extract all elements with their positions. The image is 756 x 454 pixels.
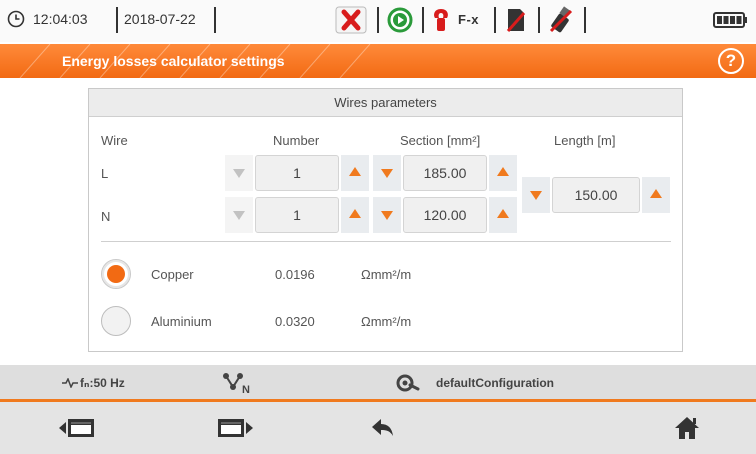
help-button[interactable]: ? bbox=[718, 48, 744, 74]
column-header-length: Length [m] bbox=[554, 133, 616, 148]
number-decrement-l[interactable] bbox=[225, 155, 253, 191]
previous-screen-icon bbox=[59, 419, 94, 437]
home-button[interactable] bbox=[667, 410, 707, 446]
status-separator bbox=[538, 7, 540, 33]
material-resistivity-copper: 0.0196 bbox=[275, 267, 315, 282]
page-title: Energy losses calculator settings bbox=[62, 53, 285, 69]
chevron-up-icon bbox=[497, 167, 509, 176]
sd-card-icon bbox=[506, 9, 526, 32]
chevron-down-icon bbox=[530, 191, 542, 200]
chevron-up-icon bbox=[497, 209, 509, 218]
chevron-down-icon bbox=[233, 211, 245, 220]
status-bar: 12:04:03 2018-07-22 F-x bbox=[0, 0, 756, 42]
length-stepper: 150.00 bbox=[522, 177, 670, 213]
chevron-up-icon bbox=[349, 167, 361, 176]
number-value-l[interactable]: 1 bbox=[255, 155, 339, 191]
home-icon bbox=[675, 417, 699, 439]
status-separator bbox=[377, 7, 379, 33]
chevron-down-icon bbox=[381, 211, 393, 220]
configuration-label: defaultConfiguration bbox=[436, 376, 554, 390]
length-increment[interactable] bbox=[642, 177, 670, 213]
section-value-n[interactable]: 120.00 bbox=[403, 197, 487, 233]
battery-icon bbox=[713, 12, 747, 28]
chevron-up-icon bbox=[650, 189, 662, 198]
status-date: 2018-07-22 bbox=[124, 11, 196, 27]
configuration-icon bbox=[396, 374, 420, 392]
status-separator bbox=[584, 7, 586, 33]
chevron-up-icon bbox=[349, 209, 361, 218]
material-name-copper: Copper bbox=[151, 267, 194, 282]
bottom-toolbar bbox=[0, 402, 756, 454]
fx-label: F-x bbox=[458, 12, 479, 27]
length-decrement[interactable] bbox=[522, 177, 550, 213]
number-stepper-n: 1 bbox=[225, 197, 369, 233]
network-system-icon: N bbox=[223, 373, 250, 395]
waveform-icon bbox=[62, 378, 78, 388]
section-decrement-n[interactable] bbox=[373, 197, 401, 233]
section-stepper-n: 120.00 bbox=[373, 197, 517, 233]
section-decrement-l[interactable] bbox=[373, 155, 401, 191]
number-decrement-n[interactable] bbox=[225, 197, 253, 233]
material-unit-copper: Ωmm²/m bbox=[361, 267, 412, 282]
previous-screen-button[interactable] bbox=[56, 410, 96, 446]
status-separator bbox=[494, 7, 496, 33]
frequency-label: fₙ:50 Hz bbox=[80, 376, 125, 390]
number-increment-l[interactable] bbox=[341, 155, 369, 191]
column-header-section: Section [mm²] bbox=[400, 133, 481, 148]
status-separator bbox=[214, 7, 216, 33]
wire-label-n: N bbox=[101, 209, 111, 224]
number-stepper-l: 1 bbox=[225, 155, 369, 191]
next-screen-icon bbox=[218, 419, 253, 437]
section-stepper-l: 185.00 bbox=[373, 155, 517, 191]
status-separator bbox=[422, 7, 424, 33]
back-button[interactable] bbox=[362, 410, 402, 446]
column-header-number: Number bbox=[273, 133, 320, 148]
next-screen-button[interactable] bbox=[216, 410, 256, 446]
title-bar: Energy losses calculator settings ? bbox=[0, 44, 756, 78]
panel-divider bbox=[101, 241, 671, 242]
number-value-n[interactable]: 1 bbox=[255, 197, 339, 233]
section-increment-l[interactable] bbox=[489, 155, 517, 191]
back-arrow-icon bbox=[372, 419, 393, 436]
info-bar: fₙ:50 Hz N defaultConfiguration bbox=[0, 365, 756, 402]
wires-parameters-panel: Wires parameters Wire Number Section [mm… bbox=[88, 88, 683, 352]
chevron-down-icon bbox=[381, 169, 393, 178]
usb-icon bbox=[549, 6, 573, 33]
chevron-down-icon bbox=[233, 169, 245, 178]
copper-radio[interactable] bbox=[101, 259, 131, 289]
clock-icon bbox=[7, 10, 25, 28]
material-name-aluminium: Aluminium bbox=[151, 314, 212, 329]
length-value[interactable]: 150.00 bbox=[552, 177, 640, 213]
svg-text:N: N bbox=[242, 384, 250, 395]
help-icon: ? bbox=[725, 51, 737, 70]
current-clamp-icon bbox=[434, 9, 448, 31]
column-header-wire: Wire bbox=[101, 133, 128, 148]
status-separator bbox=[116, 7, 118, 33]
section-value-l[interactable]: 185.00 bbox=[403, 155, 487, 191]
section-increment-n[interactable] bbox=[489, 197, 517, 233]
wire-label-l: L bbox=[101, 166, 109, 181]
recording-play-icon[interactable] bbox=[386, 6, 414, 34]
status-time: 12:04:03 bbox=[33, 11, 88, 27]
aluminium-radio[interactable] bbox=[101, 306, 131, 336]
material-unit-aluminium: Ωmm²/m bbox=[361, 314, 412, 329]
error-x-icon[interactable] bbox=[335, 6, 367, 34]
material-resistivity-aluminium: 0.0320 bbox=[275, 314, 315, 329]
panel-heading: Wires parameters bbox=[89, 89, 682, 117]
number-increment-n[interactable] bbox=[341, 197, 369, 233]
